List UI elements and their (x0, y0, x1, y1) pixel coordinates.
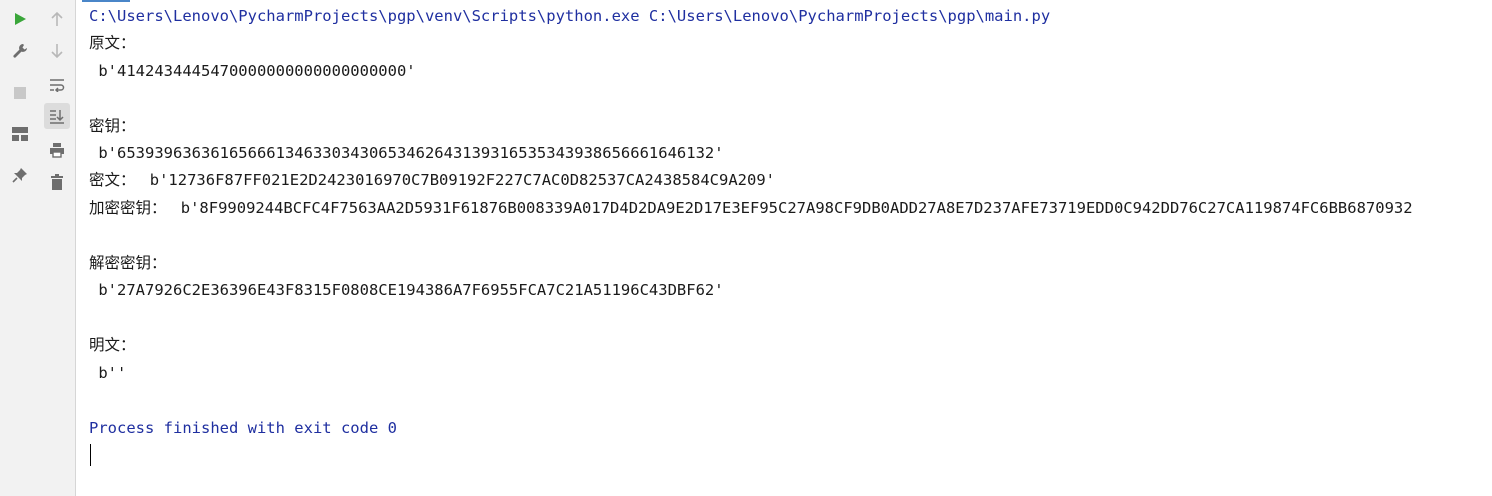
decryption-key-value: b'27A7926C2E36396E43F8315F0808CE194386A7… (89, 281, 724, 299)
ciphertext-label: 密文： (89, 171, 141, 189)
scroll-to-end-icon (49, 108, 65, 124)
trash-icon (50, 174, 64, 190)
text-caret (90, 444, 91, 466)
print-icon (49, 142, 65, 158)
run-command-line: C:\Users\Lenovo\PycharmProjects\pgp\venv… (89, 7, 1051, 25)
print-button[interactable] (44, 137, 70, 163)
soft-wrap-icon (49, 78, 65, 92)
exit-message: Process finished with exit code 0 (89, 419, 397, 437)
decrypted-label: 明文： (89, 336, 136, 354)
next-occurrence-button[interactable] (44, 38, 70, 64)
encryption-key-value: b'8F9909244BCFC4F7563AA2D5931F61876B0083… (171, 199, 1413, 217)
run-icon (13, 12, 27, 26)
plaintext-label: 原文： (89, 34, 136, 52)
key-label: 密钥： (89, 117, 136, 135)
clear-all-button[interactable] (44, 169, 70, 195)
ciphertext-line: 密文： b'12736F87FF021E2D2423016970C7B09192… (89, 170, 775, 190)
left-toolbar (0, 0, 39, 496)
console-output[interactable]: C:\Users\Lenovo\PycharmProjects\pgp\venv… (89, 0, 1492, 496)
ciphertext-value: b'12736F87FF021E2D2423016970C7B09192F227… (140, 171, 775, 189)
previous-occurrence-button[interactable] (44, 6, 70, 32)
pin-button[interactable] (7, 162, 33, 188)
settings-button[interactable] (7, 38, 33, 64)
scroll-to-end-button[interactable] (44, 103, 70, 129)
plaintext-value: b'4142434445470000000000000000000' (89, 62, 416, 80)
stop-button[interactable] (7, 80, 33, 106)
layout-icon (12, 127, 28, 141)
arrow-down-icon (50, 43, 64, 59)
console-toolbar (38, 0, 76, 496)
encryption-key-line: 加密密钥： b'8F9909244BCFC4F7563AA2D5931F6187… (89, 198, 1413, 218)
wrench-icon (12, 43, 28, 59)
arrow-up-icon (50, 11, 64, 27)
run-button[interactable] (7, 6, 33, 32)
layout-button[interactable] (7, 121, 33, 147)
key-value: b'65393963636165666134633034306534626431… (89, 144, 724, 162)
soft-wrap-button[interactable] (44, 72, 70, 98)
encryption-key-label: 加密密钥： (89, 199, 172, 217)
decrypted-value: b'' (89, 364, 127, 382)
decryption-key-label: 解密密钥： (89, 254, 167, 272)
stop-icon (13, 86, 27, 100)
pin-icon (12, 167, 28, 183)
